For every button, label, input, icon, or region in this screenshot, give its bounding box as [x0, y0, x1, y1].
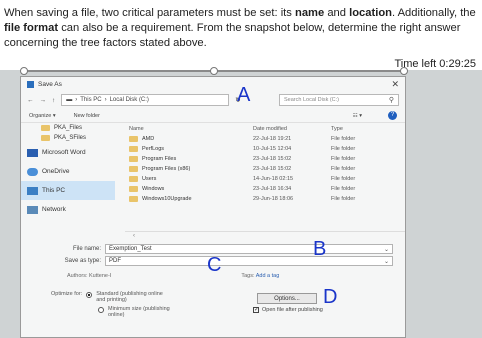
- folder-icon: [129, 186, 138, 192]
- computer-icon: [27, 186, 38, 195]
- optimize-options: Optimize for: Standard (publishing onlin…: [51, 291, 411, 321]
- metadata-row: Authors: Kuttene-I Tags: Add a tag: [67, 273, 279, 279]
- annotation-b: B: [313, 238, 326, 258]
- svg-text:B: B: [313, 238, 326, 258]
- back-arrow-icon[interactable]: ←: [27, 97, 34, 104]
- question-text: When saving a file, two critical paramet…: [4, 7, 476, 49]
- column-name[interactable]: Name: [125, 126, 253, 132]
- handle-dot-middle: [210, 67, 218, 75]
- onedrive-cloud-icon: [27, 167, 38, 176]
- word-app-icon: [27, 80, 34, 88]
- authors-label: Authors:: [67, 273, 88, 279]
- folder-icon: [129, 176, 138, 182]
- search-input[interactable]: Search Local Disk (C:) ⚲: [279, 94, 399, 106]
- handle-dot-left: [20, 67, 28, 75]
- folder-icon: [129, 196, 138, 202]
- forward-arrow-icon[interactable]: →: [40, 97, 47, 104]
- time-left: Time left 0:29:25: [394, 58, 476, 70]
- file-list-header: Name Date modified Type: [125, 123, 405, 134]
- file-row[interactable]: Windows 23-Jul-18 16:34 File folder: [125, 184, 405, 194]
- save-as-dialog: Save As ✕ ← → ↑ ▬ › This PC › Local Disk…: [20, 76, 406, 338]
- new-folder-button[interactable]: New folder: [74, 113, 100, 119]
- annotation-d: D: [323, 286, 337, 306]
- column-date-modified[interactable]: Date modified: [253, 126, 331, 132]
- scroll-left-icon[interactable]: ‹: [133, 233, 135, 239]
- search-placeholder: Search Local Disk (C:): [284, 97, 340, 103]
- folder-icon: [41, 135, 50, 141]
- save-as-type-select[interactable]: PDF ⌄: [105, 256, 393, 266]
- file-list: Name Date modified Type AMD 22-Jul-18 19…: [125, 123, 405, 239]
- navigation-pane: PKA_Files PKA_SFiles Microsoft Word OneD…: [21, 123, 115, 239]
- nav-item-this-pc[interactable]: This PC: [21, 181, 115, 200]
- optimize-label: Optimize for:: [51, 291, 83, 297]
- chevron-down-icon[interactable]: ⌄: [384, 258, 389, 265]
- column-type[interactable]: Type: [331, 126, 391, 132]
- tags-label: Tags:: [241, 273, 255, 279]
- dialog-titlebar: Save As ✕: [21, 77, 405, 91]
- radio-minimum[interactable]: [98, 307, 104, 313]
- checkbox-check-icon: ✓: [253, 307, 260, 313]
- word-icon: [27, 148, 38, 157]
- nav-item-onedrive[interactable]: OneDrive: [21, 162, 115, 181]
- chevron-down-icon[interactable]: ⌄: [384, 246, 389, 253]
- savetype-label: Save as type:: [64, 258, 101, 264]
- radio-standard-label: Standard (publishing online and printing…: [96, 291, 163, 303]
- file-row[interactable]: Users 14-Jun-18 02:15 File folder: [125, 174, 405, 184]
- address-bar[interactable]: ▬ › This PC › Local Disk (C:): [61, 94, 230, 106]
- pc-icon: ▬: [66, 97, 73, 103]
- file-row[interactable]: Program Files 23-Jul-18 15:02 File folde…: [125, 154, 405, 164]
- annotation-c: C: [207, 254, 221, 274]
- folder-icon: [41, 125, 50, 131]
- folder-icon: [129, 156, 138, 162]
- file-row[interactable]: Program Files (x86) 23-Jul-18 15:02 File…: [125, 164, 405, 174]
- network-icon: [27, 205, 38, 214]
- close-icon[interactable]: ✕: [391, 79, 399, 90]
- address-row: ← → ↑ ▬ › This PC › Local Disk (C:) ↻ Se…: [21, 91, 405, 109]
- nav-item-network[interactable]: Network: [21, 200, 115, 219]
- file-row[interactable]: AMD 22-Jul-18 19:21 File folder: [125, 134, 405, 144]
- breadcrumb-sep-icon: ›: [75, 97, 78, 103]
- radio-standard[interactable]: [86, 292, 93, 298]
- svg-text:C: C: [207, 254, 221, 274]
- nav-item-pka-sfiles[interactable]: PKA_SFiles: [21, 133, 115, 143]
- view-options-icon[interactable]: ☷ ▾: [353, 113, 362, 119]
- horizontal-scrollbar[interactable]: ‹: [125, 231, 405, 239]
- search-icon: ⚲: [388, 97, 394, 104]
- svg-text:A: A: [237, 84, 251, 104]
- up-arrow-icon[interactable]: ↑: [52, 97, 55, 104]
- svg-text:D: D: [323, 286, 337, 306]
- browser-pane: PKA_Files PKA_SFiles Microsoft Word OneD…: [21, 123, 405, 239]
- filename-label: File name:: [72, 246, 101, 252]
- file-row[interactable]: PerfLogs 10-Jul-15 12:04 File folder: [125, 144, 405, 154]
- file-row[interactable]: Windows10Upgrade 29-Jun-18 18:06 File fo…: [125, 194, 405, 204]
- dialog-title: Save As: [38, 80, 62, 88]
- organize-menu[interactable]: Organize ▾: [29, 113, 56, 119]
- breadcrumb-this-pc[interactable]: This PC: [80, 97, 101, 103]
- folder-icon: [129, 146, 138, 152]
- folder-icon: [129, 166, 138, 172]
- help-icon[interactable]: ?: [388, 111, 397, 120]
- breadcrumb-sep-icon: ›: [104, 97, 107, 103]
- nav-item-microsoft-word[interactable]: Microsoft Word: [21, 143, 115, 162]
- folder-icon: [129, 136, 138, 142]
- annotation-a: A: [237, 84, 251, 104]
- authors-value[interactable]: Kuttene-I: [89, 273, 111, 279]
- radio-minimum-label: Minimum size (publishing online): [108, 306, 170, 318]
- dialog-toolbar: Organize ▾ New folder ☷ ▾ ?: [21, 109, 405, 123]
- breadcrumb-local-disk[interactable]: Local Disk (C:): [110, 97, 149, 103]
- options-button[interactable]: Options...: [257, 293, 317, 304]
- filename-field[interactable]: Exemption_Test ⌄: [105, 244, 393, 254]
- nav-item-pka-files[interactable]: PKA_Files: [21, 123, 115, 133]
- open-after-publishing-checkbox[interactable]: ✓ Open file after publishing: [253, 307, 323, 313]
- add-tag-link[interactable]: Add a tag: [256, 273, 280, 279]
